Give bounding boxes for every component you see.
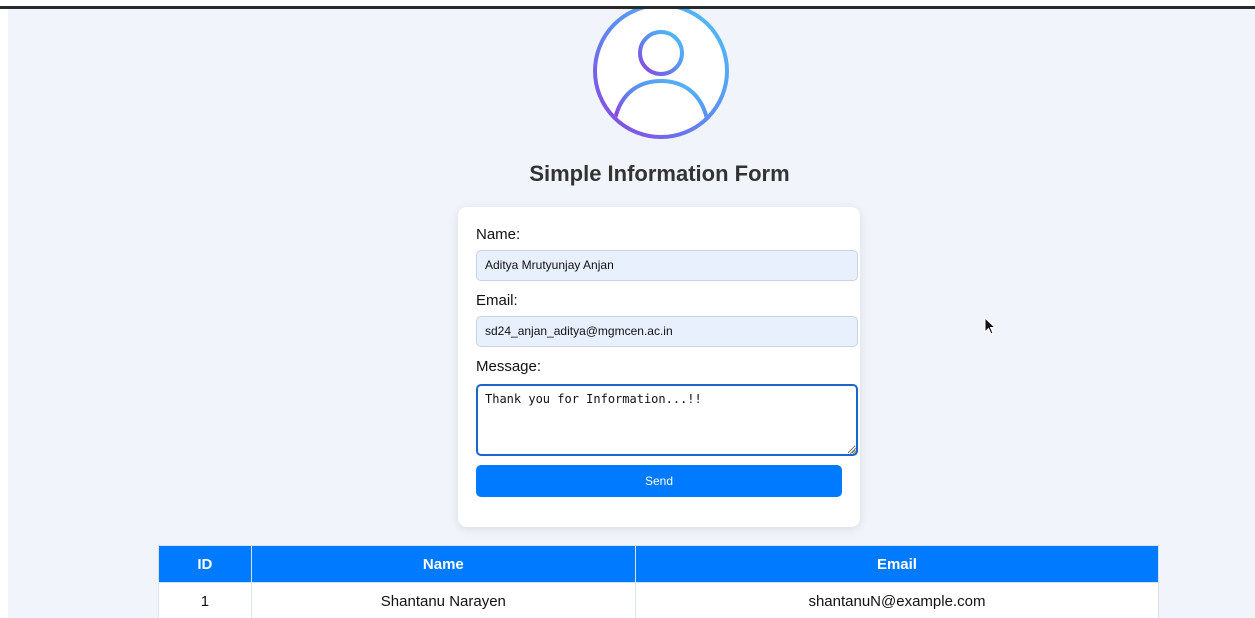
cell-name: Shantanu Narayen [250,582,636,618]
information-form: Name: Aditya Mrutyunjay Anjan Email: sd2… [458,207,860,527]
column-header-email: Email [634,545,1160,583]
resize-grip-icon[interactable] [849,447,856,454]
column-header-name: Name [250,545,636,583]
submissions-table: ID Name Email 1 Shantanu Narayen shantan… [158,545,1160,618]
name-label: Name: [476,226,521,243]
cell-id: 1 [158,582,252,618]
user-profile-icon [593,9,729,139]
mouse-cursor-icon [984,317,997,335]
name-input[interactable]: Aditya Mrutyunjay Anjan [476,250,858,281]
column-header-id: ID [158,545,252,583]
email-label: Email: [476,292,518,309]
table-row: 1 Shantanu Narayen shantanuN@example.com [158,582,1160,618]
message-textarea[interactable] [476,384,858,456]
email-input[interactable]: sd24_anjan_aditya@mgmcen.ac.in [476,316,858,347]
cell-email: shantanuN@example.com [634,582,1160,618]
page-viewport: Simple Information Form Name: Aditya Mru… [8,9,1255,618]
page-title: Simple Information Form [529,161,790,186]
message-label: Message: [476,358,542,375]
send-button[interactable]: Send [476,465,842,497]
table-header-row: ID Name Email [158,545,1160,583]
